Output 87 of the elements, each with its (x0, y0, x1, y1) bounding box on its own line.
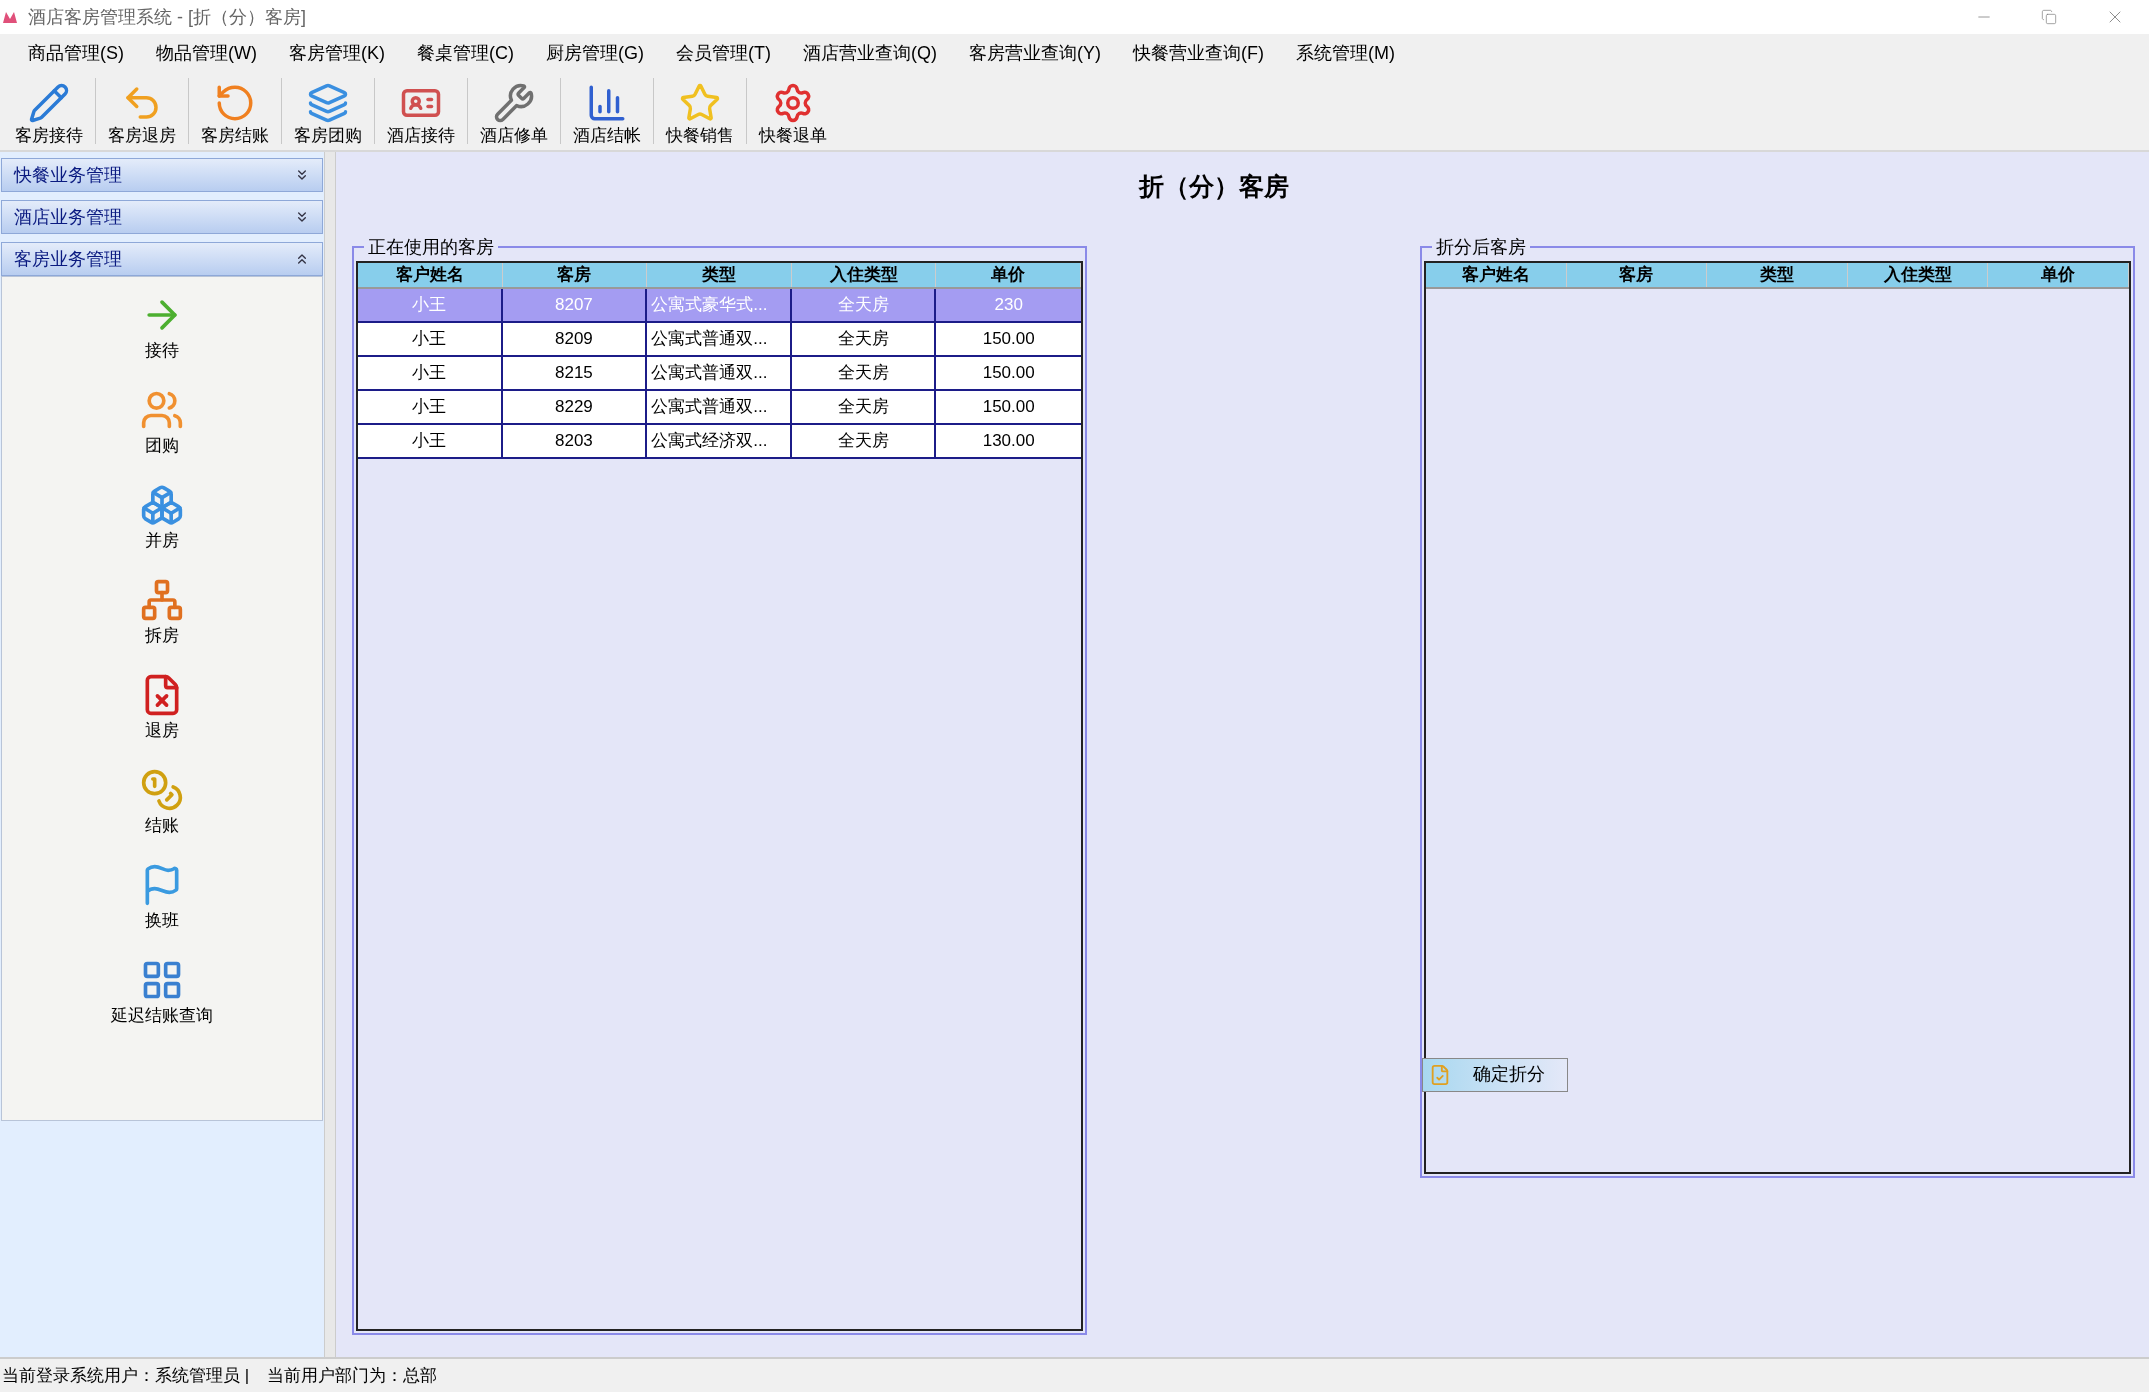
column-header: 类型 (647, 262, 792, 287)
table-row[interactable]: 小王 8215 公寓式普通双... 全天房 150.00 (358, 356, 1081, 391)
restore-icon[interactable] (2041, 9, 2057, 25)
column-header: 入住类型 (1847, 262, 1989, 287)
column-header: 客户姓名 (358, 262, 503, 287)
table-cell: 小王 (358, 322, 503, 355)
menu-item[interactable]: 系统管理(M) (1281, 39, 1409, 67)
table-cell: 8209 (502, 322, 648, 355)
window-title: 酒店客房管理系统 - [折（分）客房] (28, 5, 306, 29)
menu-item[interactable]: 快餐营业查询(F) (1118, 39, 1278, 67)
toolbar-button[interactable]: 快餐销售 (657, 72, 743, 150)
star-icon (679, 82, 721, 124)
sidebar-item[interactable]: 换班 (140, 863, 184, 931)
table-cell: 小王 (358, 288, 503, 321)
sidebar-section-header[interactable]: 酒店业务管理 (1, 200, 323, 234)
table-cell: 公寓式豪华式... (647, 288, 792, 321)
toolbar-button[interactable]: 客房团购 (285, 72, 371, 150)
splitter-bar[interactable] (324, 152, 336, 1357)
status-text: 当前用户部门为：总部 (267, 1364, 438, 1387)
toolbar-button[interactable]: 客房结账 (192, 72, 278, 150)
column-header: 客户姓名 (1426, 262, 1567, 287)
sidebar-section-header[interactable]: 快餐业务管理 (1, 158, 323, 192)
table-row[interactable]: 小王 8229 公寓式普通双... 全天房 150.00 (358, 390, 1081, 425)
column-header: 入住类型 (791, 262, 937, 287)
table-cell-text: 150.00 (981, 361, 1036, 384)
sidebar-section-header[interactable]: 客房业务管理 (1, 242, 323, 276)
document-check-icon (1429, 1063, 1451, 1086)
page-title: 折（分）客房 (1137, 171, 1290, 202)
table-cell-text: 130.00 (981, 429, 1036, 452)
confirm-split-button[interactable]: 确定折分 (1422, 1057, 1568, 1092)
table-cell: 公寓式普通双... (647, 390, 792, 423)
table-cell: 公寓式普通双... (647, 356, 792, 389)
cubes-icon (140, 483, 184, 527)
hierarchy-icon (140, 578, 184, 622)
column-header: 客房 (1566, 262, 1708, 287)
column-header: 单价 (1988, 262, 2129, 287)
table-cell: 公寓式普通双... (647, 322, 792, 355)
sidebar-item[interactable]: 团购 (140, 388, 184, 456)
status-text: 当前登录系统用户：系统管理员 | (2, 1364, 250, 1387)
table-cell-text: 150.00 (981, 327, 1036, 350)
toolbar-button[interactable]: 客房退房 (99, 72, 185, 150)
menu-item[interactable]: 客房管理(K) (275, 39, 399, 67)
table-cell: 全天房 (791, 322, 937, 355)
pencil-icon (28, 82, 70, 124)
sidebar-item[interactable]: 退房 (140, 673, 184, 741)
column-header: 客房 (502, 262, 648, 287)
sidebar-item[interactable]: 接待 (140, 293, 184, 361)
sidebar-item[interactable]: 结账 (140, 768, 184, 836)
column-header: 单价 (936, 262, 1081, 287)
column-header: 类型 (1707, 262, 1848, 287)
menu-item[interactable]: 会员管理(T) (662, 39, 785, 67)
table-cell: 小王 (358, 356, 503, 389)
table-cell: 小王 (358, 390, 503, 423)
group-title: 正在使用的客房 (367, 235, 495, 259)
menu-item[interactable]: 餐桌管理(C) (403, 39, 528, 67)
table-cell: 8215 (502, 356, 648, 389)
table-cell: 全天房 (791, 288, 937, 321)
wrench-icon (493, 82, 535, 124)
table-cell: 小王 (358, 424, 503, 457)
table-cell: 8203 (502, 424, 648, 457)
table-cell: 全天房 (791, 424, 937, 457)
menu-item[interactable]: 物品管理(W) (142, 39, 271, 67)
table-cell-text: 230 (993, 293, 1024, 316)
toolbar-button[interactable]: 快餐退单 (750, 72, 836, 150)
table-cell: 8229 (502, 390, 648, 423)
table-cell: 8207 (502, 288, 648, 321)
group-title: 折分后客房 (1435, 235, 1527, 259)
table-cell: 公寓式经济双... (647, 424, 792, 457)
table-cell-text: 150.00 (981, 395, 1036, 418)
menu-item[interactable]: 厨房管理(G) (532, 39, 658, 67)
menu-item[interactable]: 客房营业查询(Y) (954, 39, 1115, 67)
app-icon (2, 10, 18, 24)
toolbar-button[interactable]: 酒店结帐 (564, 72, 650, 150)
menu-item[interactable]: 酒店营业查询(Q) (788, 39, 951, 67)
sidebar-item[interactable]: 拆房 (140, 578, 184, 646)
table-row[interactable]: 小王 8209 公寓式普通双... 全天房 150.00 (358, 322, 1081, 357)
sidebar-item[interactable]: 延迟结账查询 (111, 958, 213, 1026)
sidebar-item[interactable]: 并房 (140, 483, 184, 551)
menu-item[interactable]: 商品管理(S) (14, 39, 138, 67)
toolbar-button[interactable]: 酒店修单 (471, 72, 557, 150)
table-cell: 全天房 (791, 390, 937, 423)
coins-icon (140, 768, 184, 812)
toolbar-button[interactable]: 酒店接待 (378, 72, 464, 150)
toolbar-button[interactable]: 客房接待 (6, 72, 92, 150)
layers-icon (307, 82, 349, 124)
table-cell: 全天房 (791, 356, 937, 389)
table-row[interactable]: 小王 8203 公寓式经济双... 全天房 130.00 (358, 424, 1081, 459)
